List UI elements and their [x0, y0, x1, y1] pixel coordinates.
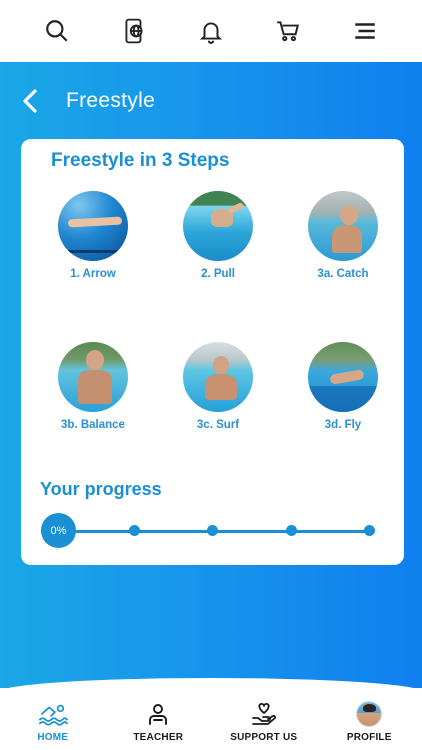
step-arrow[interactable]: 1. Arrow [33, 191, 153, 280]
steps-grid: 1. Arrow 2. Pull 3a. Catch 3b. Balance 3… [33, 191, 393, 431]
avatar [354, 701, 384, 727]
nav-label: PROFILE [346, 732, 392, 743]
heart-hand-icon [249, 701, 279, 727]
swimmer-icon [38, 701, 68, 727]
nav-home[interactable]: HOME [3, 701, 103, 743]
bell-icon[interactable] [197, 17, 225, 45]
progress-milestone [129, 525, 140, 536]
cart-icon[interactable] [274, 17, 302, 45]
step-thumbnail[interactable] [308, 191, 378, 261]
step-label: 3d. Fly [324, 419, 362, 431]
step-catch[interactable]: 3a. Catch [283, 191, 403, 280]
back-button[interactable] [18, 86, 42, 116]
step-label: 2. Pull [201, 268, 235, 280]
step-label: 3a. Catch [317, 268, 369, 280]
nav-support-us[interactable]: SUPPORT US [214, 701, 314, 743]
page-header: Freestyle [18, 86, 155, 116]
step-thumbnail[interactable] [58, 342, 128, 412]
progress-indicator: 0% [41, 513, 76, 548]
phone-globe-icon[interactable] [120, 17, 148, 45]
step-label: 3c. Surf [196, 419, 240, 431]
step-pull[interactable]: 2. Pull [158, 191, 278, 280]
progress-milestone [286, 525, 297, 536]
nav-label: HOME [37, 732, 69, 743]
nav-label: SUPPORT US [230, 732, 298, 743]
step-fly[interactable]: 3d. Fly [283, 342, 403, 431]
search-icon[interactable] [43, 17, 71, 45]
step-thumbnail[interactable] [183, 191, 253, 261]
chevron-left-icon [23, 89, 37, 113]
nav-profile[interactable]: PROFILE [319, 701, 419, 743]
step-label: 3b. Balance [61, 419, 125, 431]
page-title: Freestyle [66, 89, 156, 112]
step-thumbnail[interactable] [183, 342, 253, 412]
bottom-nav: HOME TEACHER SUPPORT US PROFILE [0, 688, 422, 750]
top-bar [0, 0, 422, 62]
lesson-card: Freestyle in 3 Steps 1. Arrow 2. Pull 3a… [21, 139, 404, 565]
menu-icon[interactable] [351, 17, 379, 45]
nav-label: TEACHER [133, 732, 184, 743]
nav-teacher[interactable]: TEACHER [108, 701, 208, 743]
card-title: Freestyle in 3 Steps [51, 150, 230, 171]
avatar-image [356, 701, 383, 727]
teacher-icon [143, 701, 173, 727]
progress-milestone [207, 525, 218, 536]
step-thumbnail[interactable] [308, 342, 378, 412]
step-balance[interactable]: 3b. Balance [33, 342, 153, 431]
step-thumbnail[interactable] [58, 191, 128, 261]
step-label: 1. Arrow [70, 268, 116, 280]
progress-milestone [364, 525, 375, 536]
progress-title: Your progress [40, 479, 162, 499]
step-surf[interactable]: 3c. Surf [158, 342, 278, 431]
